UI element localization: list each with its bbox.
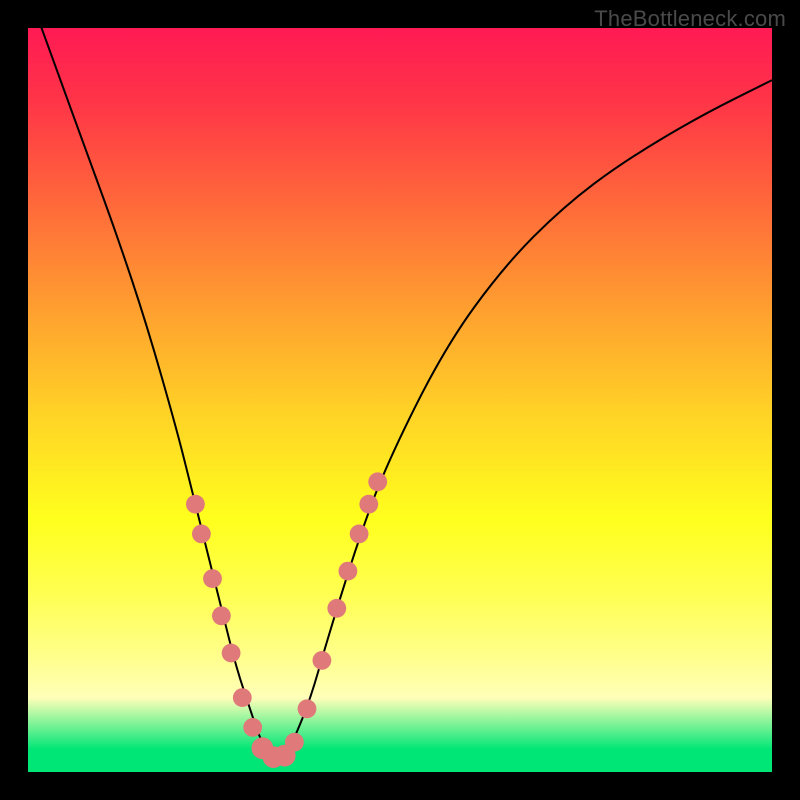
curve-dot: [192, 525, 211, 544]
curve-dot: [203, 569, 222, 588]
curve-dot: [212, 606, 231, 625]
curve-dot: [313, 651, 332, 670]
curve-dot: [222, 644, 241, 663]
curve-dot: [285, 733, 304, 752]
plot-area: [28, 28, 772, 772]
curve-dot: [350, 525, 369, 544]
curve-dots: [186, 472, 387, 768]
chart-stage: TheBottleneck.com: [0, 0, 800, 800]
curve-layer: [28, 28, 772, 772]
curve-dot: [359, 495, 378, 514]
curve-dot: [186, 495, 205, 514]
curve-dot: [327, 599, 346, 618]
curve-dot: [233, 688, 252, 707]
curve-dot: [368, 472, 387, 491]
bottleneck-curve: [28, 28, 772, 757]
curve-dot: [243, 718, 262, 737]
curve-dot: [339, 562, 358, 581]
curve-dot: [298, 699, 317, 718]
